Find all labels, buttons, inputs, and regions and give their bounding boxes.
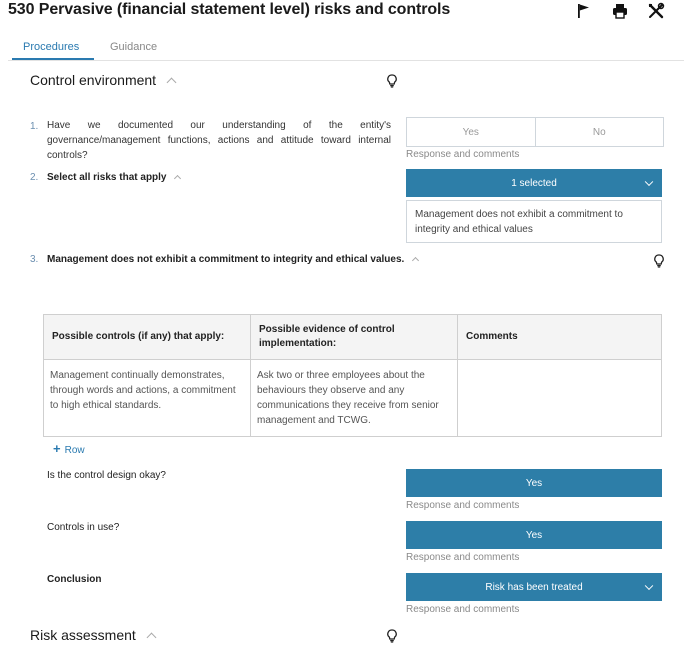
chevron-up-icon[interactable] [174, 174, 182, 183]
comments-cell[interactable] [457, 359, 662, 437]
control-design-yes-button[interactable]: Yes [406, 469, 662, 497]
chevron-down-icon [644, 581, 654, 591]
controls-table: Possible controls (if any) that apply: P… [43, 314, 662, 437]
response-and-comments-link[interactable]: Response and comments [406, 552, 519, 563]
response-and-comments-link[interactable]: Response and comments [406, 500, 519, 511]
flag-icon[interactable] [574, 2, 594, 20]
controls-in-use-yes-button[interactable]: Yes [406, 521, 662, 549]
active-tab-indicator [12, 58, 94, 60]
section-title: Risk assessment [30, 627, 136, 643]
response-and-comments-link[interactable]: Response and comments [406, 604, 519, 615]
response-and-comments-link[interactable]: Response and comments [406, 149, 519, 160]
conclusion-dropdown[interactable]: Risk has been treated [406, 573, 662, 601]
controls-in-use-label: Controls in use? [47, 522, 120, 533]
dropdown-value: Risk has been treated [485, 581, 583, 593]
add-row-label: Row [64, 445, 85, 456]
question-number: 3. [30, 254, 39, 265]
column-header: Possible evidence of control implementat… [250, 314, 458, 360]
question-text: Select all risks that apply [47, 172, 182, 183]
chevron-up-icon[interactable] [166, 77, 177, 88]
question-label: Management does not exhibit a commitment… [47, 254, 405, 265]
column-header: Comments [457, 314, 662, 360]
tab-procedures[interactable]: Procedures [23, 41, 79, 53]
print-icon[interactable] [610, 2, 630, 20]
tab-guidance[interactable]: Guidance [110, 41, 157, 53]
risks-dropdown[interactable]: 1 selected [406, 169, 662, 197]
chevron-down-icon [644, 177, 654, 187]
option-no[interactable]: No [534, 118, 664, 146]
question-number: 2. [30, 172, 39, 183]
control-design-label: Is the control design okay? [47, 470, 166, 481]
selected-risk-item: Management does not exhibit a commitment… [406, 200, 662, 243]
conclusion-label: Conclusion [47, 574, 102, 585]
lightbulb-icon[interactable] [386, 74, 398, 88]
section-control-environment[interactable]: Control environment [30, 72, 177, 88]
section-title: Control environment [30, 72, 157, 88]
question-text: Management does not exhibit a commitment… [47, 254, 420, 265]
table-cell[interactable]: Management continually demonstrates, thr… [43, 359, 251, 437]
dropdown-value: 1 selected [511, 177, 557, 189]
lightbulb-icon[interactable] [653, 254, 665, 268]
tools-icon[interactable] [646, 2, 666, 20]
page-title: 530 Pervasive (financial statement level… [8, 1, 451, 18]
question-number: 1. [30, 121, 39, 132]
table-row: Management continually demonstrates, thr… [43, 359, 662, 437]
yes-no-toggle[interactable]: Yes No [406, 117, 664, 147]
tabs-divider [8, 60, 684, 61]
question-label: Select all risks that apply [47, 172, 167, 183]
question-text: Have we documented our understanding of … [47, 120, 391, 161]
column-header: Possible controls (if any) that apply: [43, 314, 251, 360]
table-header-row: Possible controls (if any) that apply: P… [43, 314, 662, 360]
option-yes[interactable]: Yes [407, 118, 535, 146]
plus-icon: + [53, 441, 61, 456]
table-cell[interactable]: Ask two or three employees about the beh… [250, 359, 458, 437]
chevron-up-icon[interactable] [146, 632, 157, 643]
chevron-up-icon[interactable] [412, 256, 420, 265]
lightbulb-icon[interactable] [386, 629, 398, 643]
add-row-button[interactable]: + Row [53, 441, 85, 456]
section-risk-assessment[interactable]: Risk assessment [30, 627, 157, 643]
